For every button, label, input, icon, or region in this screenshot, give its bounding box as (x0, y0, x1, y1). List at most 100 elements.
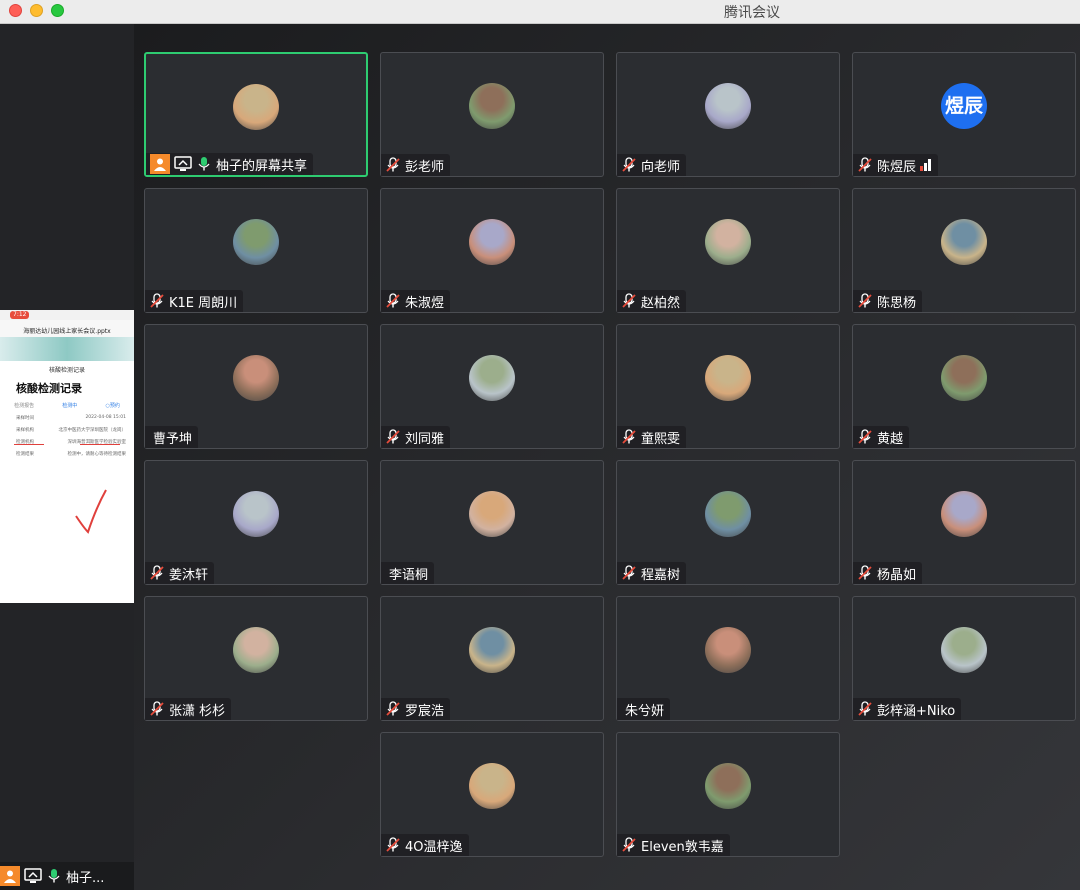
participant-tile[interactable]: Eleven敦韦嘉 (616, 732, 840, 857)
participant-nametag: 彭老师 (381, 154, 451, 176)
screen-share-icon (174, 156, 192, 171)
microphone-icon[interactable] (46, 868, 62, 884)
participant-tile[interactable]: 罗宸浩 (380, 596, 604, 721)
participant-nametag: 陈煜辰 (853, 154, 939, 176)
microphone-muted-icon (150, 293, 164, 308)
participant-tile[interactable]: 朱兮妍 (616, 596, 840, 721)
participant-tile[interactable]: 张潇 杉杉 (144, 596, 368, 721)
signal-strength-icon (920, 159, 932, 171)
microphone-muted-icon (622, 565, 636, 580)
participant-nametag: 程嘉树 (617, 562, 687, 584)
participant-name: 朱兮妍 (625, 703, 665, 719)
participant-nametag: 罗宸浩 (381, 698, 451, 720)
microphone-muted-icon (622, 293, 636, 308)
building-photo-icon (941, 355, 987, 401)
participant-tile[interactable]: 朱淑煜 (380, 188, 604, 313)
participant-nametag: 刘同雅 (381, 426, 451, 448)
person-photo-icon (705, 83, 751, 129)
person-photo-icon (233, 84, 279, 130)
participant-tile[interactable]: 柚子的屏幕共享 (144, 52, 368, 177)
window-title: 腾讯会议 (724, 5, 780, 21)
participant-tile[interactable]: 黄越 (852, 324, 1076, 449)
participant-name: 黄越 (877, 431, 904, 447)
bear-photo-icon (705, 491, 751, 537)
participant-tile[interactable]: 向老师 (616, 52, 840, 177)
participant-name: 姜沐轩 (169, 567, 209, 583)
participant-tile[interactable]: 曹予坤 (144, 324, 368, 449)
street-photo-icon (705, 627, 751, 673)
person-icon (150, 154, 170, 174)
microphone-muted-icon (622, 429, 636, 444)
participant-name: 刘同雅 (405, 431, 445, 447)
landscape-photo-icon (941, 491, 987, 537)
microphone-icon (198, 157, 210, 171)
annotation-underline (80, 444, 120, 445)
cartoon-photo-icon (233, 355, 279, 401)
shared-row-key: 采样时间 (16, 416, 34, 421)
cartoon-photo-icon (469, 219, 515, 265)
slide-banner-image (0, 337, 134, 361)
participant-nametag: 陈思杨 (853, 290, 923, 312)
shared-screen-thumbnail[interactable]: 7:12 海丽达幼儿园线上家长会议.pptx 核酸检测记录 核酸检测记录 检测报… (0, 310, 134, 603)
shared-big-title: 核酸检测记录 (16, 382, 82, 395)
shared-row-value: 2022-04-08 15:01 (85, 415, 126, 420)
participant-name: 李语桐 (389, 567, 429, 583)
drink-photo-icon (705, 355, 751, 401)
shared-row-value: 检测中，请耐心等待检测结果 (67, 452, 127, 457)
screen-share-icon (24, 868, 42, 883)
person-photo-icon (469, 491, 515, 537)
microphone-muted-icon (386, 429, 400, 444)
phone-clock: 7:12 (10, 311, 30, 319)
participant-tile[interactable]: K1E 周朗川 (144, 188, 368, 313)
person-photo-icon (233, 491, 279, 537)
participant-nametag: 4O温梓逸 (381, 834, 469, 856)
participant-nametag: 张潇 杉杉 (145, 698, 232, 720)
person-photo-icon (469, 355, 515, 401)
participant-tile[interactable]: 彭梓涵+Niko (852, 596, 1076, 721)
person-photo-icon (705, 763, 751, 809)
participant-name: 陈思杨 (877, 295, 917, 311)
participant-nametag: 朱淑煜 (381, 290, 451, 312)
microphone-muted-icon (622, 157, 636, 172)
participant-nametag: Eleven敦韦嘉 (617, 834, 730, 856)
participant-tile[interactable]: 煜辰 陈煜辰 (852, 52, 1076, 177)
participant-tile[interactable]: 程嘉树 (616, 460, 840, 585)
annotation-underline (14, 444, 44, 445)
participant-tile[interactable]: 童熙雯 (616, 324, 840, 449)
participant-tile[interactable]: 姜沐轩 (144, 460, 368, 585)
participant-name: 朱淑煜 (405, 295, 445, 311)
person-photo-icon (469, 627, 515, 673)
participant-nametag: 李语桐 (381, 562, 435, 584)
participant-nametag: 黄越 (853, 426, 910, 448)
shared-row-key: 采样机构 (16, 428, 34, 433)
participant-tile[interactable]: 陈思杨 (852, 188, 1076, 313)
cat-photo-icon (705, 219, 751, 265)
shared-row-key: 检测结果 (16, 452, 34, 457)
microphone-muted-icon (386, 837, 400, 852)
participant-tile[interactable]: 4O温梓逸 (380, 732, 604, 857)
participant-nametag: 向老师 (617, 154, 687, 176)
participant-name: 杨晶如 (877, 567, 917, 583)
participant-name: 赵柏然 (641, 295, 681, 311)
self-name: 柚子... (66, 870, 105, 886)
participant-name: 曹予坤 (153, 431, 193, 447)
participant-tile[interactable]: 彭老师 (380, 52, 604, 177)
microphone-muted-icon (858, 293, 872, 308)
participant-nametag: 姜沐轩 (145, 562, 215, 584)
shared-page-heading: 核酸检测记录 (48, 367, 85, 374)
group-photo-icon (469, 763, 515, 809)
participant-nametag: K1E 周朗川 (145, 290, 244, 312)
participant-tile[interactable]: 杨晶如 (852, 460, 1076, 585)
person-photo-icon (469, 83, 515, 129)
participant-tile[interactable]: 赵柏然 (616, 188, 840, 313)
participant-name: 向老师 (641, 159, 681, 175)
self-view-bar[interactable]: 柚子... (0, 862, 134, 890)
microphone-muted-icon (386, 157, 400, 172)
shared-file-name: 海丽达幼儿园线上家长会议.pptx (0, 320, 134, 337)
shared-badge: ○预约 (105, 403, 120, 409)
shared-tab: 检测报告 (14, 403, 35, 409)
participant-nametag: 赵柏然 (617, 290, 687, 312)
participant-tile[interactable]: 刘同雅 (380, 324, 604, 449)
microphone-muted-icon (622, 837, 636, 852)
participant-tile[interactable]: 李语桐 (380, 460, 604, 585)
